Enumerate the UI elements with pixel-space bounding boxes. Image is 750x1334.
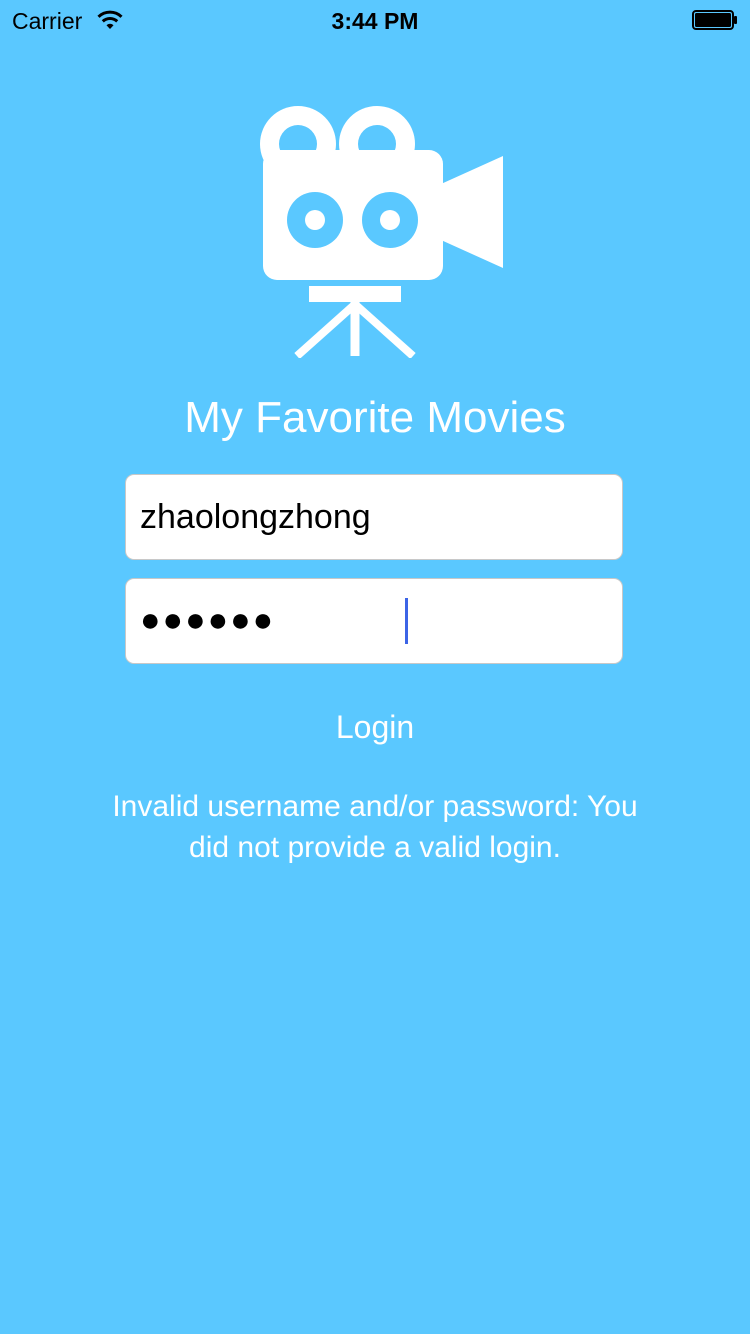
battery-icon bbox=[692, 10, 738, 30]
clock: 3:44 PM bbox=[331, 8, 419, 34]
error-message: Invalid username and/or password: You di… bbox=[112, 790, 638, 864]
password-value: ●●●●●● bbox=[140, 601, 276, 639]
movie-camera-icon bbox=[245, 98, 505, 359]
login-button[interactable]: Login bbox=[275, 704, 475, 750]
password-field[interactable]: ●●●●●● bbox=[125, 578, 623, 664]
text-cursor bbox=[405, 598, 408, 644]
app-title: My Favorite Movies bbox=[184, 393, 566, 442]
status-bar: Carrier 3:44 PM bbox=[0, 0, 750, 40]
username-field[interactable]: zhaolongzhong bbox=[125, 474, 623, 560]
username-value: zhaolongzhong bbox=[140, 498, 371, 536]
